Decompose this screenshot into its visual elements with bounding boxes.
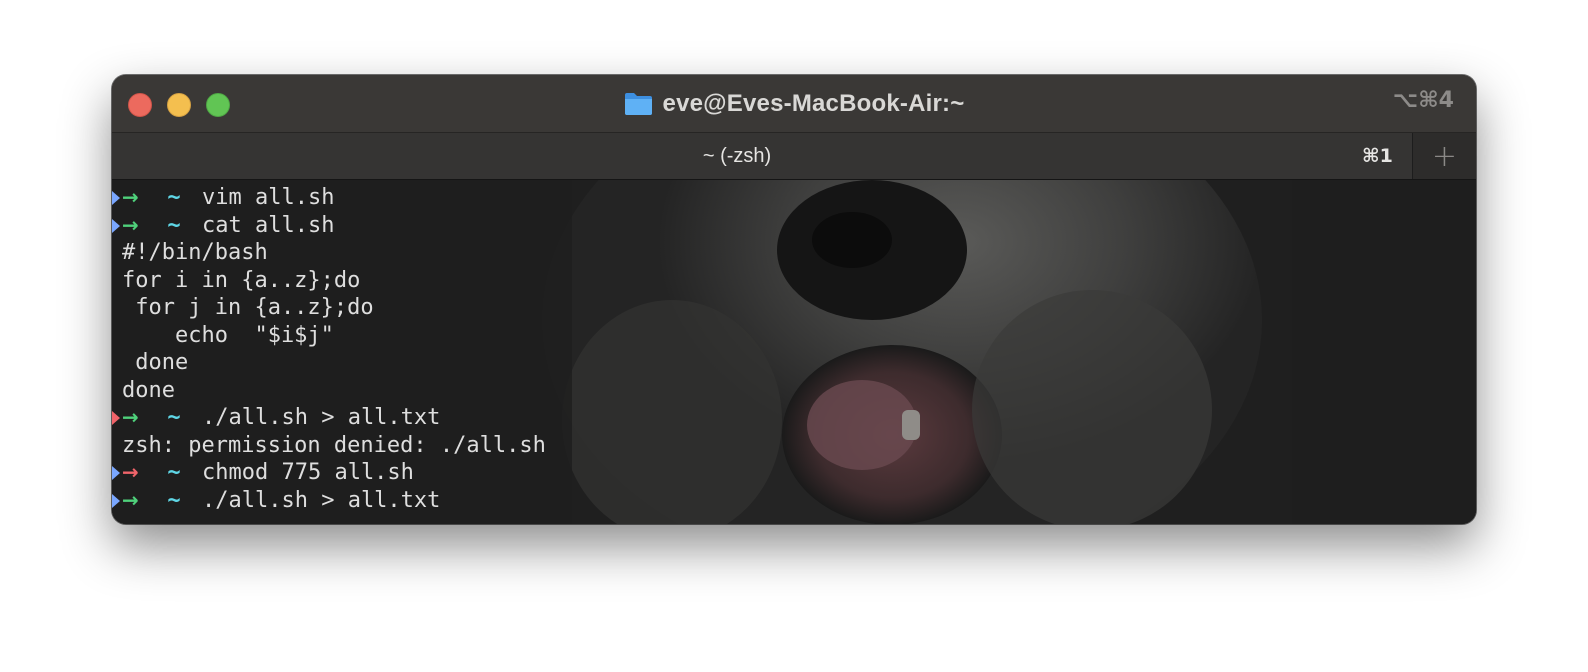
output-text: echo "$i$j" <box>122 322 334 348</box>
output-text: for i in {a..z};do <box>122 267 361 293</box>
terminal-content[interactable]: → ~ vim all.sh → ~ cat all.sh #!/bin/bash for i… <box>112 180 1476 524</box>
output-text: for j in {a..z};do <box>122 295 374 320</box>
prompt-line: → ~ chmod 775 all.sh <box>112 459 546 487</box>
terminal-window: eve@Eves-MacBook-Air:~ ⌥⌘4 ~ (-zsh) ⌘1 + <box>112 75 1476 524</box>
prompt-line: → ~ ./all.sh > all.txt <box>112 487 546 515</box>
prompt-line: → ~ ./all.sh > all.txt <box>112 404 546 432</box>
prompt-marker-icon <box>112 184 122 211</box>
prompt-line: → ~ vim all.sh <box>112 184 546 212</box>
output-text: zsh: permission denied: ./all.sh <box>122 432 546 458</box>
command-text: ./all.sh > all.txt <box>202 405 441 430</box>
output-line: done <box>112 349 546 377</box>
window-title-group: eve@Eves-MacBook-Air:~ <box>112 75 1476 132</box>
command-text: vim all.sh <box>202 185 335 210</box>
prompt-line: → ~ cat all.sh <box>112 212 546 240</box>
prompt-directory: ~ <box>167 460 181 485</box>
output-text: done <box>122 350 189 375</box>
folder-icon <box>624 91 653 116</box>
output-line: for j in {a..z};do <box>112 294 546 322</box>
terminal-output: → ~ vim all.sh → ~ cat all.sh #!/bin/bash for i… <box>112 184 546 514</box>
window-shortcut: ⌥⌘4 <box>1392 88 1454 113</box>
output-line: done <box>112 377 546 405</box>
plus-icon[interactable]: + <box>1412 133 1476 179</box>
output-line: #!/bin/bash <box>112 239 546 267</box>
prompt-marker-icon <box>112 212 122 239</box>
prompt-arrow: → <box>122 405 139 429</box>
prompt-arrow: → <box>122 185 139 209</box>
prompt-arrow: → <box>122 212 139 237</box>
tab-zsh[interactable]: ~ (-zsh) ⌘1 <box>112 133 1412 179</box>
prompt-directory: ~ <box>167 405 181 430</box>
prompt-marker-icon <box>112 487 122 514</box>
prompt-directory: ~ <box>167 212 181 238</box>
command-text: ./all.sh > all.txt <box>202 487 441 513</box>
output-line: for i in {a..z};do <box>112 267 546 295</box>
tab-shortcut: ⌘1 <box>1362 145 1393 167</box>
tab-label: ~ (-zsh) <box>702 145 772 167</box>
prompt-marker-icon <box>112 459 122 486</box>
output-line: zsh: permission denied: ./all.sh <box>112 432 546 460</box>
prompt-directory: ~ <box>167 185 181 210</box>
prompt-marker-icon <box>112 404 122 431</box>
prompt-arrow: → <box>122 487 139 512</box>
output-text: #!/bin/bash <box>122 240 268 265</box>
prompt-directory: ~ <box>167 487 181 513</box>
window-title: eve@Eves-MacBook-Air:~ <box>662 89 965 117</box>
output-text: done <box>122 377 175 403</box>
command-text: cat all.sh <box>202 212 335 238</box>
output-line: echo "$i$j" <box>112 322 546 350</box>
title-bar[interactable]: eve@Eves-MacBook-Air:~ ⌥⌘4 <box>112 75 1476 133</box>
command-text: chmod 775 all.sh <box>202 460 414 485</box>
prompt-arrow: → <box>122 460 139 484</box>
tab-bar: ~ (-zsh) ⌘1 + <box>112 133 1476 180</box>
